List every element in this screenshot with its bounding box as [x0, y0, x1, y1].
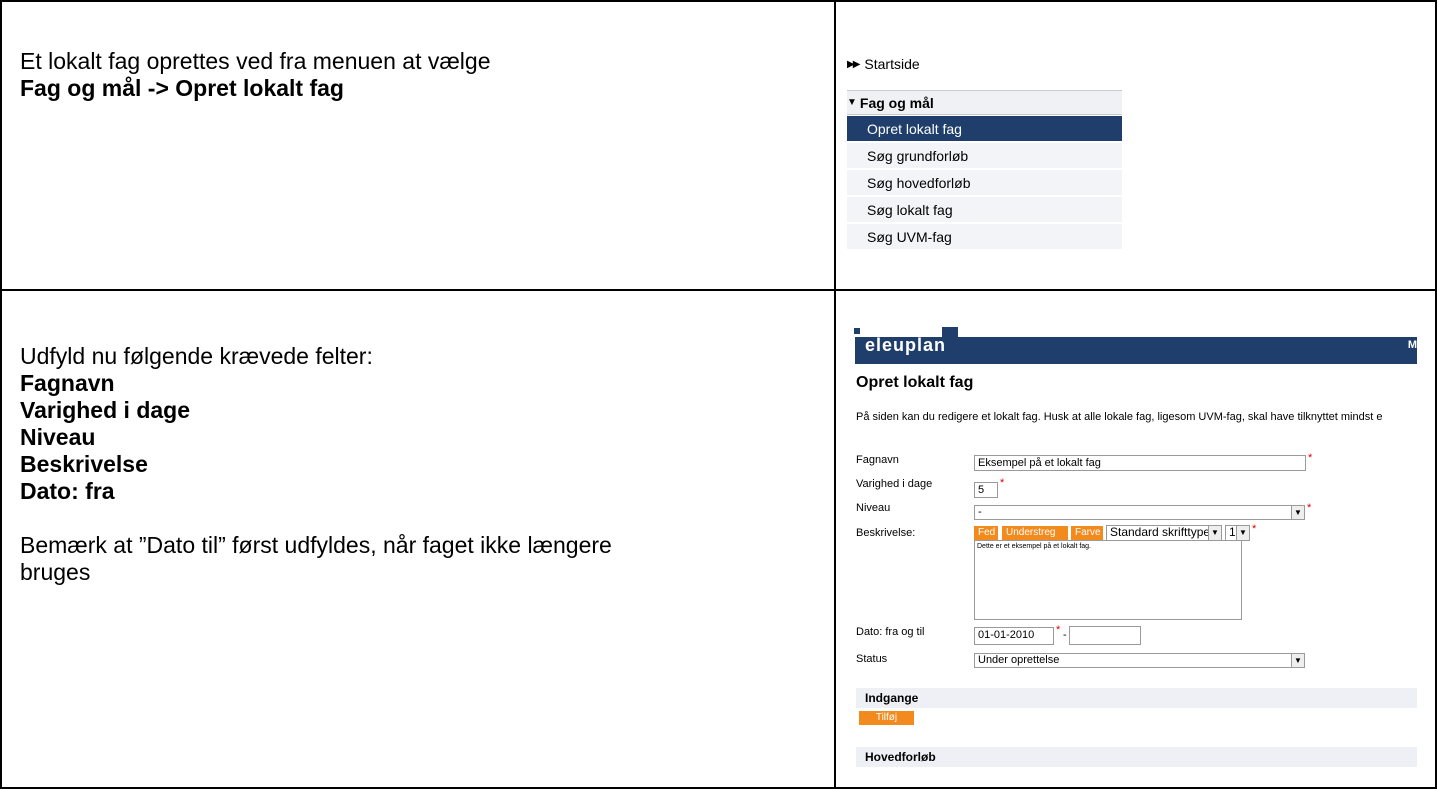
dato-til-input[interactable]	[1069, 626, 1141, 645]
label-niveau: Niveau	[856, 502, 891, 514]
note-line-2: bruges	[20, 559, 91, 585]
menu-group-label: Fag og mål	[859, 94, 934, 111]
font-value: Standard skrifttype	[1110, 525, 1211, 539]
label-status: Status	[856, 653, 888, 665]
table-border-center	[834, 0, 836, 789]
form-screenshot: eleuplan M Opret lokalt fag På siden kan…	[847, 327, 1417, 785]
triangle-down-icon: ▼	[847, 97, 857, 108]
menu-startside[interactable]: ▶▶ Startside	[847, 54, 920, 74]
section-hovedforloeb: Hovedforløb	[856, 747, 1417, 767]
dropdown-arrow-icon: ▼	[1208, 526, 1221, 540]
logo-square-icon	[854, 328, 860, 334]
row2-text: Udfyld nu følgende krævede felter: Fagna…	[20, 343, 612, 586]
required-mark: *	[1308, 452, 1313, 464]
date-separator: -	[1063, 629, 1067, 641]
elevplan-banner: eleuplan M	[847, 327, 1417, 364]
font-select[interactable]: Standard skrifttype ▼	[1106, 525, 1222, 541]
status-select[interactable]: Under oprettelse ▼	[974, 653, 1305, 668]
menu-item-soeg-grundforloeb[interactable]: Søg grundforløb	[847, 143, 1122, 169]
beskrivelse-textarea[interactable]: Dette er et eksempel på et lokalt fag.	[974, 540, 1242, 620]
table-border-middle	[0, 289, 1437, 291]
menu-item-soeg-hovedforloeb[interactable]: Søg hovedforløb	[847, 170, 1122, 196]
form-intro: På siden kan du redigere et lokalt fag. …	[856, 411, 1383, 423]
bold-button[interactable]: Fed	[974, 526, 998, 540]
menu-item-soeg-uvm-fag[interactable]: Søg UVM-fag	[847, 224, 1122, 250]
niveau-value: -	[978, 506, 982, 518]
row1-menu-path: Fag og mål -> Opret lokalt fag	[20, 75, 344, 101]
dropdown-arrow-icon: ▼	[1291, 506, 1304, 519]
dropdown-arrow-icon: ▼	[1236, 526, 1249, 540]
menu-item-opret-lokalt-fag[interactable]: Opret lokalt fag	[847, 116, 1122, 142]
status-value: Under oprettelse	[978, 654, 1060, 666]
field-name-dato-fra: Dato: fra	[20, 478, 115, 504]
row1-text: Et lokalt fag oprettes ved fra menuen at…	[20, 48, 491, 102]
label-fagnavn: Fagnavn	[856, 454, 899, 466]
size-select[interactable]: 1 ▼	[1225, 525, 1250, 541]
note-line-1: Bemærk at ”Dato til” først udfyldes, når…	[20, 532, 612, 558]
required-mark: *	[1000, 477, 1005, 489]
dato-fra-input[interactable]: 01-01-2010	[974, 627, 1054, 645]
required-mark: *	[1307, 502, 1312, 514]
fagnavn-input[interactable]: Eksempel på et lokalt fag	[974, 455, 1306, 471]
required-mark: *	[1252, 523, 1257, 535]
menu-group-fag-og-maal[interactable]: ▼ Fag og mål	[847, 90, 1122, 115]
elevplan-logo: eleuplan	[865, 335, 947, 355]
add-button[interactable]: Tilføj	[859, 711, 914, 725]
table-border-left	[0, 0, 2, 789]
field-name-niveau: Niveau	[20, 424, 96, 450]
color-button[interactable]: Farve	[1071, 526, 1103, 540]
field-name-fagnavn: Fagnavn	[20, 370, 115, 396]
double-arrow-icon: ▶▶	[847, 58, 860, 70]
field-name-varighed: Varighed i dage	[20, 397, 190, 423]
table-border-top	[0, 0, 1437, 2]
required-mark: *	[1056, 624, 1061, 636]
underline-button[interactable]: Understreg	[1002, 526, 1068, 540]
field-name-beskrivelse: Beskrivelse	[20, 451, 148, 477]
varighed-input[interactable]: 5	[974, 482, 998, 498]
label-beskrivelse: Beskrivelse:	[856, 527, 916, 539]
banner-corner-text: M	[1407, 339, 1417, 351]
niveau-select[interactable]: - ▼	[974, 505, 1305, 520]
dropdown-arrow-icon: ▼	[1291, 654, 1304, 667]
section-indgange: Indgange	[856, 688, 1417, 708]
row1-intro: Et lokalt fag oprettes ved fra menuen at…	[20, 48, 491, 74]
row2-intro: Udfyld nu følgende krævede felter:	[20, 343, 373, 369]
size-value: 1	[1229, 525, 1236, 539]
label-dato: Dato: fra og til	[856, 626, 925, 638]
menu-item-soeg-lokalt-fag[interactable]: Søg lokalt fag	[847, 197, 1122, 223]
menu-startside-label: Startside	[864, 56, 920, 72]
form-title: Opret lokalt fag	[856, 374, 974, 391]
label-varighed: Varighed i dage	[856, 478, 933, 490]
menu-screenshot: ▶▶ Startside ▼ Fag og mål Opret lokalt f…	[847, 48, 1232, 263]
